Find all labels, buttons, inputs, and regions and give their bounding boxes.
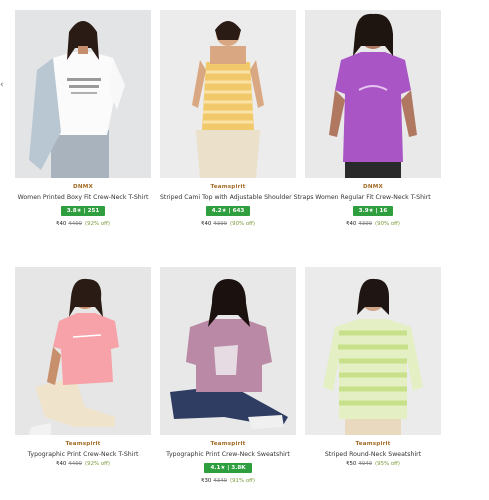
current-price: ₹40 bbox=[56, 221, 67, 227]
original-price: ₹349 bbox=[213, 478, 228, 484]
product-card[interactable]: Teamspirit Striped Cami Top with Adjusta… bbox=[160, 10, 314, 227]
product-name[interactable]: Striped Round-Neck Sweatshirt bbox=[305, 451, 441, 458]
product-image[interactable] bbox=[160, 10, 296, 178]
product-brand: Teamspirit bbox=[210, 441, 246, 447]
discount-label: (95% off) bbox=[375, 461, 400, 467]
product-price: ₹50 ₹949 (95% off) bbox=[305, 461, 441, 467]
carousel-prev-icon[interactable]: ‹ bbox=[0, 80, 4, 90]
rating-badge: 4.2★ | 643 bbox=[205, 206, 251, 216]
product-price: ₹40 ₹499 (92% off) bbox=[15, 461, 151, 467]
current-price: ₹40 bbox=[201, 221, 212, 227]
current-price: ₹40 bbox=[346, 221, 357, 227]
product-card[interactable]: Teamspirit Typographic Print Crew-Neck T… bbox=[15, 267, 151, 467]
product-brand: DNMX bbox=[72, 184, 93, 190]
product-image[interactable] bbox=[305, 10, 441, 178]
original-price: ₹399 bbox=[358, 221, 373, 227]
product-price: ₹40 ₹399 (90% off) bbox=[160, 221, 296, 227]
original-price: ₹399 bbox=[213, 221, 228, 227]
product-card[interactable]: Teamspirit Striped Round-Neck Sweatshirt… bbox=[305, 267, 441, 467]
discount-label: (90% off) bbox=[230, 221, 255, 227]
product-card[interactable]: Teamspirit Typographic Print Crew-Neck S… bbox=[160, 267, 296, 484]
product-card[interactable]: DNMX Women Printed Boxy Fit Crew-Neck T-… bbox=[15, 10, 151, 227]
rating-badge: 3.9★ | 16 bbox=[352, 206, 394, 216]
product-brand: Teamspirit bbox=[210, 184, 246, 190]
original-price: ₹499 bbox=[68, 461, 83, 467]
product-price: ₹40 ₹499 (92% off) bbox=[15, 221, 151, 227]
product-image[interactable] bbox=[15, 10, 151, 178]
discount-label: (92% off) bbox=[85, 461, 110, 467]
product-brand: DNMX bbox=[362, 184, 383, 190]
original-price: ₹499 bbox=[68, 221, 83, 227]
product-name[interactable]: Typographic Print Crew-Neck T-Shirt bbox=[15, 451, 151, 458]
original-price: ₹949 bbox=[358, 461, 373, 467]
rating-badge: 4.1★ | 3.8K bbox=[204, 463, 252, 473]
product-name[interactable]: Women Printed Boxy Fit Crew-Neck T-Shirt bbox=[15, 194, 151, 201]
discount-label: (92% off) bbox=[85, 221, 110, 227]
product-image[interactable] bbox=[160, 267, 296, 435]
rating-badge: 3.8★ | 251 bbox=[60, 206, 106, 216]
current-price: ₹40 bbox=[56, 461, 67, 467]
product-brand: Teamspirit bbox=[65, 441, 101, 447]
product-image[interactable] bbox=[15, 267, 151, 435]
product-card[interactable]: DNMX Women Regular Fit Crew-Neck T-Shirt… bbox=[305, 10, 441, 227]
discount-label: (90% off) bbox=[375, 221, 400, 227]
product-name[interactable]: Women Regular Fit Crew-Neck T-Shirt bbox=[305, 194, 441, 201]
product-price: ₹30 ₹349 (91% off) bbox=[160, 478, 296, 484]
current-price: ₹30 bbox=[201, 478, 212, 484]
product-brand: Teamspirit bbox=[355, 441, 391, 447]
product-name[interactable]: Striped Cami Top with Adjustable Shoulde… bbox=[160, 194, 314, 201]
product-price: ₹40 ₹399 (90% off) bbox=[305, 221, 441, 227]
discount-label: (91% off) bbox=[230, 478, 255, 484]
product-name[interactable]: Typographic Print Crew-Neck Sweatshirt bbox=[160, 451, 296, 458]
current-price: ₹50 bbox=[346, 461, 357, 467]
product-image[interactable] bbox=[305, 267, 441, 435]
